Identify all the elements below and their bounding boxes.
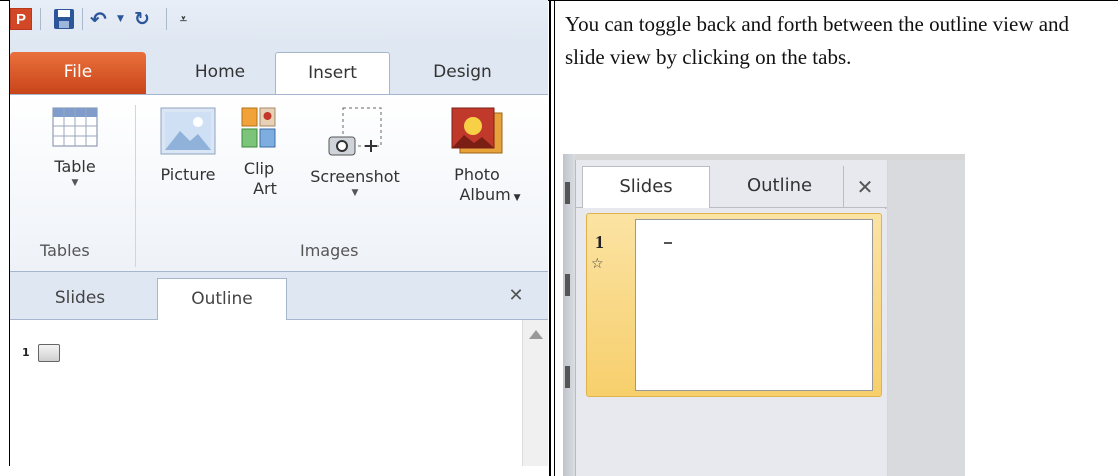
qat-separator: [166, 8, 167, 30]
frame-divider-right: [554, 0, 555, 476]
powerpoint-app-icon[interactable]: P: [10, 8, 32, 30]
picture-button-label: Picture: [160, 165, 216, 184]
photo-album-label-2: Album ▼: [422, 185, 532, 208]
picture-button[interactable]: Picture: [146, 107, 230, 185]
close-icon[interactable]: ✕: [854, 176, 876, 198]
chevron-down-icon: ▼: [71, 178, 79, 188]
chevron-down-icon: ▼: [351, 188, 359, 198]
edge-marker: [565, 366, 570, 388]
qat-separator: [40, 8, 41, 30]
vertical-scrollbar[interactable]: [522, 320, 548, 466]
table-button[interactable]: Table ▼: [40, 107, 110, 189]
outline-slide-number: 1: [22, 346, 30, 359]
table-button-label: Table: [54, 157, 96, 176]
redo-icon[interactable]: ↻: [134, 8, 158, 30]
undo-dropdown-icon[interactable]: ▼: [117, 8, 127, 30]
group-divider: [135, 105, 136, 267]
slide-icon[interactable]: [38, 344, 60, 362]
instruction-text: You can toggle back and forth between th…: [565, 12, 1070, 69]
clip-art-icon: [241, 107, 276, 148]
tab-design[interactable]: Design: [405, 52, 520, 94]
screenshot-button[interactable]: Screenshot ▼: [296, 107, 414, 199]
ribbon-insert-panel: Table ▼ Picture Clip Art Screenshot ▼ Ph…: [10, 94, 548, 272]
tab-home[interactable]: Home: [170, 52, 270, 94]
picture-icon: [160, 107, 216, 155]
powerpoint-window: P ↶ ▼ ↻ ⩡ File Home Insert Design Table …: [10, 0, 548, 466]
frame-divider: [549, 0, 551, 476]
slides-pane-screenshot: Slides Outline ✕ 1 ☆: [563, 154, 965, 476]
group-label-tables: Tables: [40, 241, 90, 260]
slide-thumbnail-list: 1 ☆: [576, 209, 887, 476]
table-icon: [52, 107, 98, 147]
screenshot-icon: [328, 107, 382, 156]
photo-album-button[interactable]: Photo Album ▼: [422, 107, 532, 208]
photo-album-label: Photo: [454, 165, 500, 184]
ribbon-tab-strip: File Home Insert Design: [10, 44, 548, 94]
edge-marker: [565, 182, 570, 204]
quick-access-toolbar: P ↶ ▼ ↻ ⩡: [10, 0, 548, 44]
tab-outline[interactable]: Outline: [157, 278, 287, 320]
clip-art-button[interactable]: Clip Art: [234, 107, 284, 199]
tab-slides[interactable]: Slides: [582, 166, 710, 208]
slide-number: 1: [595, 232, 604, 252]
scroll-up-arrow-icon[interactable]: [529, 330, 543, 339]
tab-insert[interactable]: Insert: [275, 52, 390, 94]
tab-outline[interactable]: Outline: [716, 166, 844, 208]
qat-separator: [82, 8, 83, 30]
clip-art-label-2: Art: [253, 179, 277, 198]
tab-file[interactable]: File: [10, 52, 146, 94]
edge-marker: [565, 274, 570, 296]
star-icon: ☆: [591, 256, 604, 272]
photo-album-icon: [451, 107, 503, 154]
customize-qat-icon[interactable]: ⩡: [180, 8, 194, 30]
screenshot-button-label: Screenshot: [310, 167, 400, 186]
close-icon[interactable]: ✕: [506, 286, 526, 306]
photo-album-label-2-text: Album: [459, 185, 511, 204]
chevron-down-icon: ▼: [510, 193, 521, 203]
slides-outline-pane-tabs: Slides Outline ✕: [576, 160, 887, 208]
slides-pane: Slides Outline ✕ 1 ☆: [575, 160, 887, 476]
window-edge: [563, 154, 575, 476]
group-label-images: Images: [300, 241, 359, 260]
clip-art-label: Clip: [243, 159, 275, 178]
slide-thumbnail[interactable]: [635, 219, 873, 391]
selected-slide-thumbnail[interactable]: 1 ☆: [586, 213, 882, 397]
undo-icon[interactable]: ↶: [90, 8, 116, 30]
editor-background: [888, 160, 965, 476]
slide-content-mark: [664, 242, 672, 244]
slides-outline-pane-tabs: Slides Outline ✕: [10, 272, 548, 320]
tab-slides[interactable]: Slides: [10, 278, 150, 320]
save-icon[interactable]: [52, 8, 76, 30]
outline-pane: 1: [10, 320, 548, 466]
